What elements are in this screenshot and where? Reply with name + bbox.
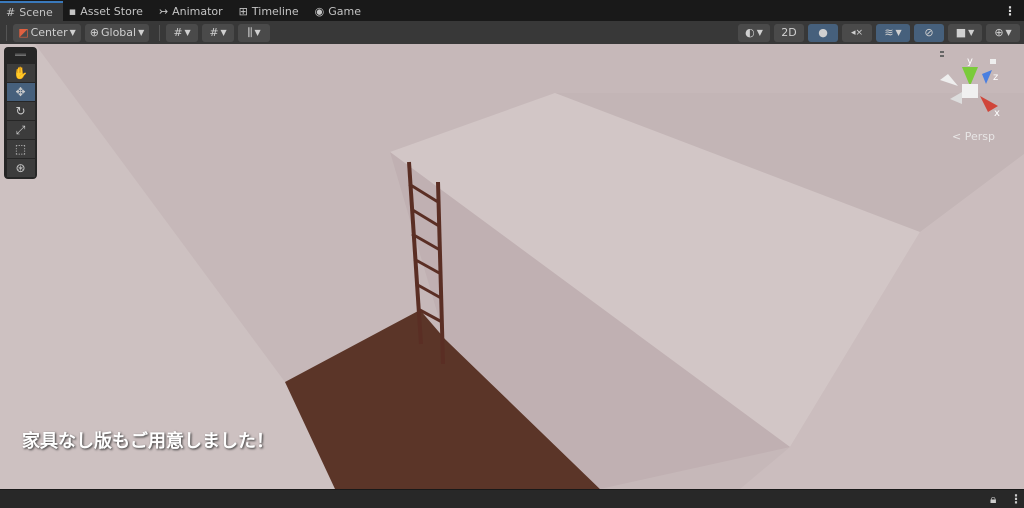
gizmo-menu-icon [928,51,944,53]
gizmos-dropdown[interactable]: ⊕ ▼ [986,23,1020,42]
more-menu-icon[interactable]: ⋮ [1010,492,1022,506]
space-dropdown[interactable]: ⊕ Global ▼ [85,23,149,42]
scene-render [0,44,1024,489]
gizmo-center-cube[interactable] [962,84,978,98]
rotate-tool[interactable]: ↻ [6,102,35,120]
gamepad-icon: ◉ [314,4,325,18]
eye-hidden-icon: ⊘ [924,26,934,39]
toggle-2d-button[interactable]: 2D [774,23,804,42]
transform-tool[interactable]: ⊛ [6,159,35,177]
hand-icon: ✋ [13,66,28,80]
chevron-down-icon: ▼ [69,28,76,37]
scene-caption: 家具なし版もご用意しました！ [22,431,274,452]
tab-scene[interactable]: # Scene [0,1,63,21]
lock-icon [990,59,996,64]
film-icon: ⊞ [238,4,248,18]
transform-icon: ⊛ [15,161,26,175]
shading-icon: ◐ [745,26,755,39]
status-bar: 🔒︎ ⋮ [0,489,1024,508]
rect-tool[interactable]: ⬚ [6,140,35,158]
audio-mute-icon: ◂× [850,27,864,38]
rotate-icon: ↻ [15,104,26,118]
y-axis-cone[interactable] [962,67,978,86]
visibility-toggle[interactable]: ⊘ [914,23,944,42]
rect-icon: ⬚ [14,142,27,156]
scale-icon: ⤢ [15,122,26,137]
effects-dropdown[interactable]: ≋ ▼ [876,23,910,42]
move-icon: ✥ [15,85,26,99]
z-axis-cone[interactable] [982,70,992,84]
hand-tool[interactable]: ✋ [6,64,35,82]
camera-dropdown[interactable]: ■ ▼ [948,23,982,42]
chevron-down-icon: ▼ [220,28,227,37]
chevron-down-icon: ▼ [895,28,902,37]
divider [6,24,7,41]
effects-icon: ≋ [884,26,894,39]
chevron-down-icon: ▼ [968,28,975,37]
bag-icon: ▪ [68,4,77,18]
projection-label: Persp [964,130,995,143]
pivot-icon: ◩ [18,26,29,39]
increment-snap-dropdown[interactable]: # ▼ [202,23,234,42]
tab-asset-store[interactable]: ▪ Asset Store [63,1,153,21]
audio-toggle[interactable]: ◂× [842,23,872,42]
y-label: y [967,56,973,67]
ruler-icon: ⫼ [247,25,253,39]
projection-toggle[interactable]: < Persp [952,130,995,143]
globe-icon: ⊕ [89,26,99,39]
chevron-down-icon: ▼ [254,28,261,37]
z-label: z [993,72,998,83]
tab-animator[interactable]: ↣ Animator [153,1,233,21]
scene-toolbar: ◩ Center ▼ ⊕ Global ▼ # ▼ # ▼ ⫼ ▼ ◐ ▼ 2D ● ◂× ≋ ▼… [0,21,1024,44]
ruler-dropdown[interactable]: ⫼ ▼ [238,23,270,42]
grid-snap-dropdown[interactable]: # ▼ [166,23,198,42]
chevron-down-icon: ▼ [138,28,145,37]
tab-bar: # Scene ▪ Asset Store ↣ Animator ⊞ Timeline … [0,0,1024,21]
divider [159,24,160,41]
chevron-down-icon: ▼ [1005,28,1012,37]
move-tool[interactable]: ✥ [6,83,35,101]
tools-overlay: ══ ✋ ✥ ↻ ⤢ ⬚ ⊛ [4,47,37,179]
lightbulb-icon: ● [818,26,828,39]
chevron-down-icon: ▼ [756,28,763,37]
scene-viewport[interactable]: ══ ✋ ✥ ↻ ⤢ ⬚ ⊛ y z x < Persp 家具なし版もご用意しま… [0,44,1024,489]
shading-mode-dropdown[interactable]: ◐ ▼ [738,23,770,42]
snap-magnet-icon: # [209,26,219,39]
lighting-toggle[interactable]: ● [808,23,838,42]
x-label: x [994,108,1000,119]
lock-icon[interactable]: 🔒︎ [990,492,996,507]
tab-game[interactable]: ◉ Game [309,1,371,21]
drag-handle-icon[interactable]: ══ [6,49,35,63]
chevron-down-icon: ▼ [184,28,191,37]
scale-tool[interactable]: ⤢ [6,121,35,139]
gizmo-globe-icon: ⊕ [994,26,1004,39]
animator-icon: ↣ [158,4,169,18]
grid-icon: # [6,5,16,19]
grid-snap-icon: # [173,26,183,39]
more-menu-icon[interactable]: ⋮ [1004,4,1016,18]
tab-timeline[interactable]: ⊞ Timeline [233,1,309,21]
pivot-dropdown[interactable]: ◩ Center ▼ [13,23,81,42]
camera-icon: ■ [955,26,967,39]
